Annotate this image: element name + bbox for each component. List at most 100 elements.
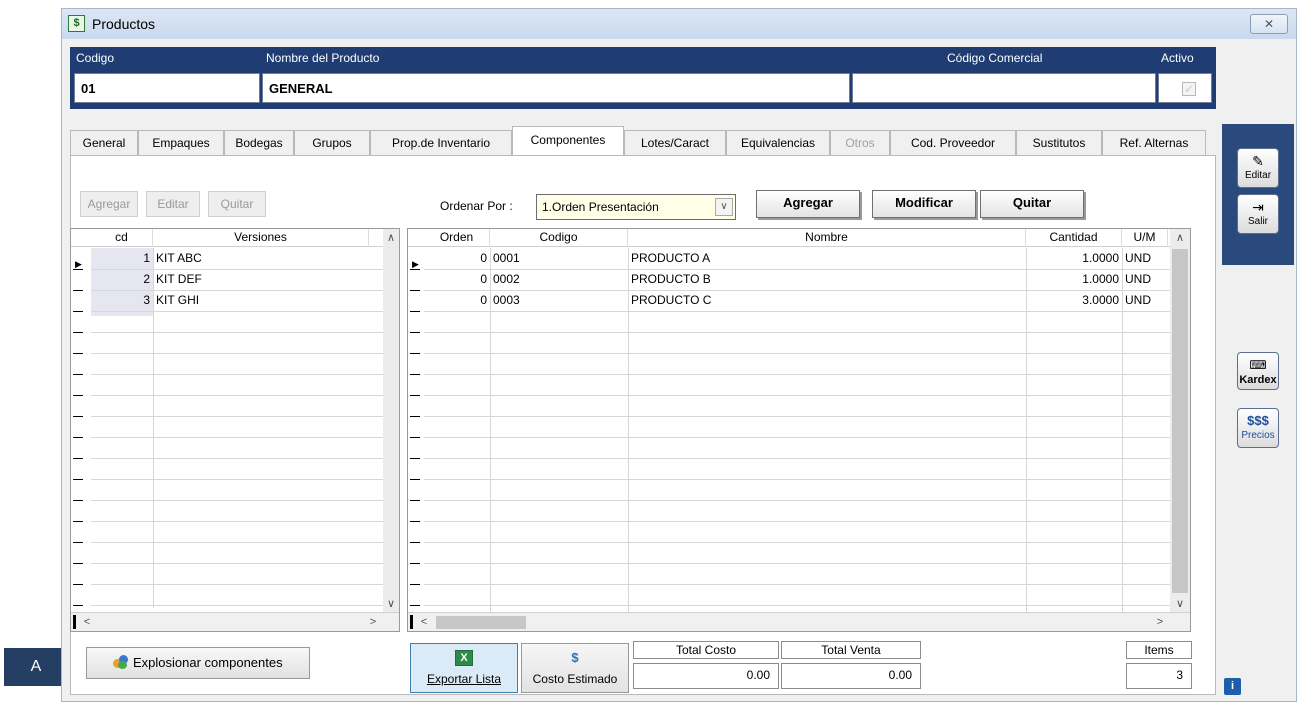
export-list-button[interactable]: X Exportar Lista xyxy=(410,643,518,693)
components-cell-cantidad[interactable]: 1.0000 xyxy=(1026,248,1122,269)
components-modify-button[interactable]: Modificar xyxy=(872,190,976,218)
components-cell-um[interactable]: UND xyxy=(1122,248,1168,269)
components-cell-codigo[interactable]: 0003 xyxy=(490,290,628,311)
row-selector-mark xyxy=(73,353,83,354)
components-cell-orden[interactable]: 0 xyxy=(424,269,490,290)
scroll-right-icon[interactable]: > xyxy=(367,616,379,628)
grid-row-line xyxy=(424,542,1170,543)
components-scroll-thumb[interactable] xyxy=(1172,249,1188,593)
versions-horizontal-scrollbar[interactable]: < > xyxy=(71,612,399,631)
tab-sustitutos[interactable]: Sustitutos xyxy=(1016,130,1102,155)
tab-grupos[interactable]: Grupos xyxy=(294,130,370,155)
row-selector-mark xyxy=(410,311,420,312)
kardex-button[interactable]: ⌨ Kardex xyxy=(1237,352,1279,390)
costo-estimado-button[interactable]: $ Costo Estimado xyxy=(521,643,629,693)
versions-cell-version[interactable]: KIT DEF xyxy=(153,269,369,290)
components-cell-cantidad[interactable]: 3.0000 xyxy=(1026,290,1122,311)
components-cell-nombre[interactable]: PRODUCTO A xyxy=(628,248,1026,269)
activo-checkbox[interactable]: ✓ xyxy=(1182,82,1196,96)
close-button[interactable]: ✕ xyxy=(1250,14,1288,34)
tab-lotes-caract[interactable]: Lotes/Caract xyxy=(624,130,726,155)
grid-row-line xyxy=(424,311,1170,312)
components-remove-button[interactable]: Quitar xyxy=(980,190,1084,218)
row-selector-mark xyxy=(73,605,83,606)
grid-row-line xyxy=(424,479,1170,480)
versions-cell-version[interactable]: KIT ABC xyxy=(153,248,369,269)
grid-row-line xyxy=(91,458,383,459)
callout-a: A xyxy=(4,648,68,686)
sort-value: 1.Orden Presentación xyxy=(542,200,659,214)
components-cell-codigo[interactable]: 0001 xyxy=(490,248,628,269)
product-dollar-icon: $ xyxy=(68,15,85,32)
tab-empaques[interactable]: Empaques xyxy=(138,130,224,155)
row-selector-mark xyxy=(410,374,420,375)
tab-ref-alternas[interactable]: Ref. Alternas xyxy=(1102,130,1206,155)
nombre-field[interactable]: GENERAL xyxy=(262,73,850,103)
excel-icon: X xyxy=(455,650,473,666)
editar-button[interactable]: ✎ Editar xyxy=(1237,148,1279,188)
row-selector-mark xyxy=(73,542,83,543)
sort-select[interactable]: 1.Orden Presentación ∨ xyxy=(536,194,736,220)
tab-general[interactable]: General xyxy=(70,130,138,155)
components-cell-um[interactable]: UND xyxy=(1122,290,1168,311)
row-selector-mark xyxy=(410,563,420,564)
versions-vertical-scrollbar[interactable]: ∧ ∨ xyxy=(383,229,399,612)
precios-button[interactable]: $$$ Precios xyxy=(1237,408,1279,448)
column-header-nombre[interactable]: Nombre xyxy=(628,229,1026,247)
versions-cell-cd[interactable]: 3 xyxy=(91,290,153,311)
codigo-comercial-label: Código Comercial xyxy=(947,51,1043,65)
row-selector-mark xyxy=(410,332,420,333)
components-vertical-scrollbar[interactable]: ∧ ∨ xyxy=(1170,229,1190,612)
components-cell-codigo[interactable]: 0002 xyxy=(490,269,628,290)
productos-window: $ Productos ✕ Codigo Nombre del Producto… xyxy=(61,8,1297,702)
grid-row-line xyxy=(424,563,1170,564)
components-horizontal-scrollbar[interactable]: < > xyxy=(408,612,1190,631)
costo-estimado-label: Costo Estimado xyxy=(532,672,618,686)
components-cell-cantidad[interactable]: 1.0000 xyxy=(1026,269,1122,290)
versions-cell-version[interactable]: KIT GHI xyxy=(153,290,369,311)
explosionar-componentes-button[interactable]: Explosionar componentes xyxy=(86,647,310,679)
components-cell-orden[interactable]: 0 xyxy=(424,248,490,269)
window-title: Productos xyxy=(92,16,156,32)
column-header-versiones[interactable]: Versiones xyxy=(153,229,369,247)
components-cell-nombre[interactable]: PRODUCTO B xyxy=(628,269,1026,290)
info-icon[interactable]: i xyxy=(1224,678,1241,695)
salir-button[interactable]: ⇥ Salir xyxy=(1237,194,1279,234)
scroll-right-icon[interactable]: > xyxy=(1154,616,1166,628)
chevron-down-icon[interactable]: ∨ xyxy=(715,198,733,216)
tab-cod-proveedor[interactable]: Cod. Proveedor xyxy=(890,130,1016,155)
keyboard-icon: ⌨ xyxy=(1249,358,1267,372)
grid-row-line xyxy=(424,290,1170,291)
column-header-um[interactable]: U/M xyxy=(1122,229,1168,247)
tab-componentes[interactable]: Componentes xyxy=(512,126,624,156)
versions-cell-cd[interactable]: 2 xyxy=(91,269,153,290)
codigo-field[interactable]: 01 xyxy=(74,73,260,103)
tab-prop-inventario[interactable]: Prop.de Inventario xyxy=(370,130,512,155)
column-header-cd[interactable]: cd xyxy=(91,229,153,247)
column-header-orden[interactable]: Orden xyxy=(424,229,490,247)
grid-row-line xyxy=(91,605,383,606)
components-cell-nombre[interactable]: PRODUCTO C xyxy=(628,290,1026,311)
components-hscroll-thumb[interactable] xyxy=(436,616,526,629)
versions-cell-cd[interactable]: 1 xyxy=(91,248,153,269)
scroll-left-icon[interactable]: < xyxy=(418,616,430,628)
grid-row-line xyxy=(424,605,1170,606)
row-selector-mark xyxy=(73,416,83,417)
row-selector-mark xyxy=(73,332,83,333)
scroll-up-icon[interactable]: ∧ xyxy=(383,231,399,244)
row-selector-mark xyxy=(73,563,83,564)
codigo-comercial-field[interactable] xyxy=(852,73,1156,103)
scroll-up-icon[interactable]: ∧ xyxy=(1170,231,1190,244)
scroll-down-icon[interactable]: ∨ xyxy=(383,597,399,610)
tab-equivalencias[interactable]: Equivalencias xyxy=(726,130,830,155)
components-add-button[interactable]: Agregar xyxy=(756,190,860,218)
grid-row-line xyxy=(91,479,383,480)
components-cell-um[interactable]: UND xyxy=(1122,269,1168,290)
scroll-left-icon[interactable]: < xyxy=(81,616,93,628)
tab-bodegas[interactable]: Bodegas xyxy=(224,130,294,155)
grid-row-line xyxy=(91,500,383,501)
column-header-codigo[interactable]: Codigo xyxy=(490,229,628,247)
scroll-down-icon[interactable]: ∨ xyxy=(1170,597,1190,610)
column-header-cantidad[interactable]: Cantidad xyxy=(1026,229,1122,247)
components-cell-orden[interactable]: 0 xyxy=(424,290,490,311)
